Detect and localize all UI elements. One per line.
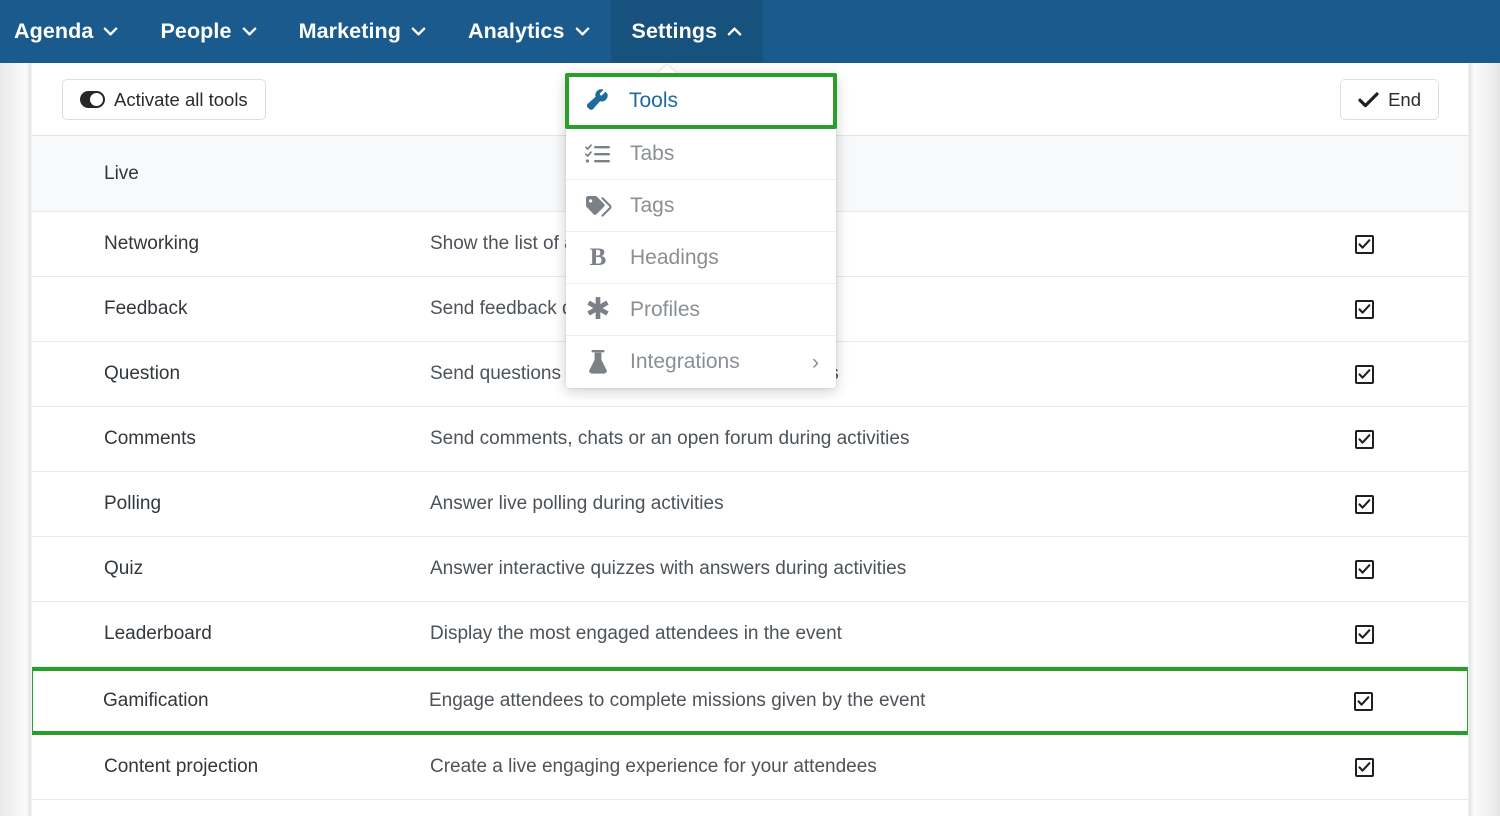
- bold-b-icon: B: [589, 244, 607, 271]
- tool-name: Comments: [104, 428, 196, 449]
- table-row[interactable]: Leaderboard Display the most engaged atte…: [32, 602, 1468, 667]
- end-label: End: [1388, 88, 1421, 110]
- checkbox-checked[interactable]: [1354, 559, 1374, 579]
- nav-item-label: Analytics: [468, 19, 565, 43]
- tag-icon: [582, 192, 614, 220]
- tool-enabled-cell: [1308, 234, 1468, 254]
- table-row[interactable]: Quiz Answer interactive quizzes with answ…: [32, 537, 1468, 602]
- dropdown-item-tags[interactable]: Tags: [566, 180, 836, 232]
- chevron-down-icon: [103, 24, 118, 39]
- dropdown-item-label: Integrations: [630, 350, 740, 373]
- checkbox-checked[interactable]: [1354, 624, 1374, 644]
- tool-enabled-cell: [1308, 299, 1468, 319]
- app-root: Agenda People Marketing Analytics Settings A…: [0, 0, 1500, 816]
- chevron-up-icon: [727, 24, 742, 39]
- checklist-icon: [582, 140, 614, 168]
- tool-description: Send feedback during activities: [430, 298, 693, 319]
- dropdown-item-label: Tools: [629, 89, 679, 112]
- dropdown-item-tabs[interactable]: Tabs: [566, 128, 836, 180]
- tool-name: Content projection: [104, 756, 259, 777]
- tool-name: Networking: [104, 233, 200, 254]
- tool-enabled-cell: [1308, 559, 1468, 579]
- tool-name: Question: [104, 363, 181, 384]
- tool-description: Answer interactive quizzes with answers …: [430, 558, 907, 579]
- tool-name: Polling: [104, 493, 162, 514]
- dropdown-item-label: Profiles: [630, 297, 701, 321]
- tool-name: Leaderboard: [104, 623, 212, 644]
- checkbox-checked[interactable]: [1354, 429, 1374, 449]
- tool-description: Send comments, chats or an open forum du…: [430, 428, 910, 449]
- dropdown-item-headings[interactable]: B Headings: [566, 232, 836, 284]
- tool-description: Send questions or post live Q&A during a…: [430, 363, 839, 384]
- nav-item-label: Settings: [631, 19, 718, 43]
- dropdown-item-label: Tabs: [630, 141, 675, 165]
- dropdown-item-label: Headings: [630, 245, 719, 269]
- tool-description: Show the list of attendees: [430, 233, 648, 254]
- table-row[interactable]: Gamification Engage attendees to complete…: [32, 667, 1468, 735]
- nav-item-label: Agenda: [14, 19, 94, 43]
- checkbox-checked[interactable]: [1353, 691, 1373, 711]
- tool-enabled-cell: [1307, 691, 1467, 711]
- nav-item-label: Marketing: [298, 19, 402, 43]
- tool-name: Feedback: [104, 298, 188, 319]
- wrench-icon: [581, 87, 613, 115]
- checkbox-checked[interactable]: [1354, 234, 1374, 254]
- checkbox-checked[interactable]: [1354, 494, 1374, 514]
- tool-description: Create a live engaging experience for yo…: [430, 756, 877, 777]
- checkbox-checked[interactable]: [1354, 299, 1374, 319]
- check-icon: [1358, 91, 1379, 108]
- nav-item-agenda[interactable]: Agenda: [0, 0, 139, 63]
- dropdown-item-tools[interactable]: Tools: [565, 73, 837, 129]
- nav-item-marketing[interactable]: Marketing: [278, 0, 447, 63]
- tool-enabled-cell: [1308, 494, 1468, 514]
- settings-dropdown-menu: Tools Tabs Tags B Headings ✱ Profiles Integrati…: [565, 65, 837, 388]
- tool-enabled-cell: [1308, 624, 1468, 644]
- toggle-switch-icon: [80, 91, 105, 108]
- tool-name: Gamification: [103, 690, 209, 711]
- nav-item-people[interactable]: People: [139, 0, 277, 63]
- tool-description: Engage attendees to complete missions gi…: [429, 690, 926, 711]
- chevron-right-icon: ›: [812, 350, 819, 374]
- tool-name: Live: [104, 162, 139, 184]
- chevron-down-icon: [575, 24, 590, 39]
- tool-enabled-cell: [1308, 429, 1468, 449]
- table-row[interactable]: Content projection Create a live engaging…: [32, 735, 1468, 800]
- nav-item-analytics[interactable]: Analytics: [447, 0, 611, 63]
- tool-enabled-cell: [1308, 757, 1468, 777]
- dropdown-item-integrations[interactable]: Integrations ›: [566, 336, 836, 388]
- tool-enabled-cell: [1308, 364, 1468, 384]
- dropdown-item-profiles[interactable]: ✱ Profiles: [566, 284, 836, 336]
- tool-name: Quiz: [104, 558, 144, 579]
- table-row[interactable]: Polling Answer live polling during activi…: [32, 472, 1468, 537]
- chevron-down-icon: [242, 24, 257, 39]
- end-button[interactable]: End: [1340, 79, 1439, 120]
- top-navigation-bar: Agenda People Marketing Analytics Settings: [0, 0, 1500, 63]
- chevron-down-icon: [411, 24, 426, 39]
- dropdown-item-label: Tags: [630, 193, 675, 217]
- nav-item-label: People: [160, 19, 232, 43]
- tool-description: Answer live polling during activities: [430, 493, 724, 514]
- asterisk-icon: ✱: [585, 291, 611, 327]
- table-row[interactable]: Comments Send comments, chats or an open …: [32, 407, 1468, 472]
- nav-item-settings[interactable]: Settings: [610, 0, 764, 63]
- checkbox-checked[interactable]: [1354, 757, 1374, 777]
- flask-icon: [582, 348, 614, 376]
- checkbox-checked[interactable]: [1354, 364, 1374, 384]
- tool-description: Display the most engaged attendees in th…: [430, 623, 842, 644]
- activate-all-tools-label: Activate all tools: [114, 88, 248, 110]
- activate-all-tools-button[interactable]: Activate all tools: [62, 79, 266, 120]
